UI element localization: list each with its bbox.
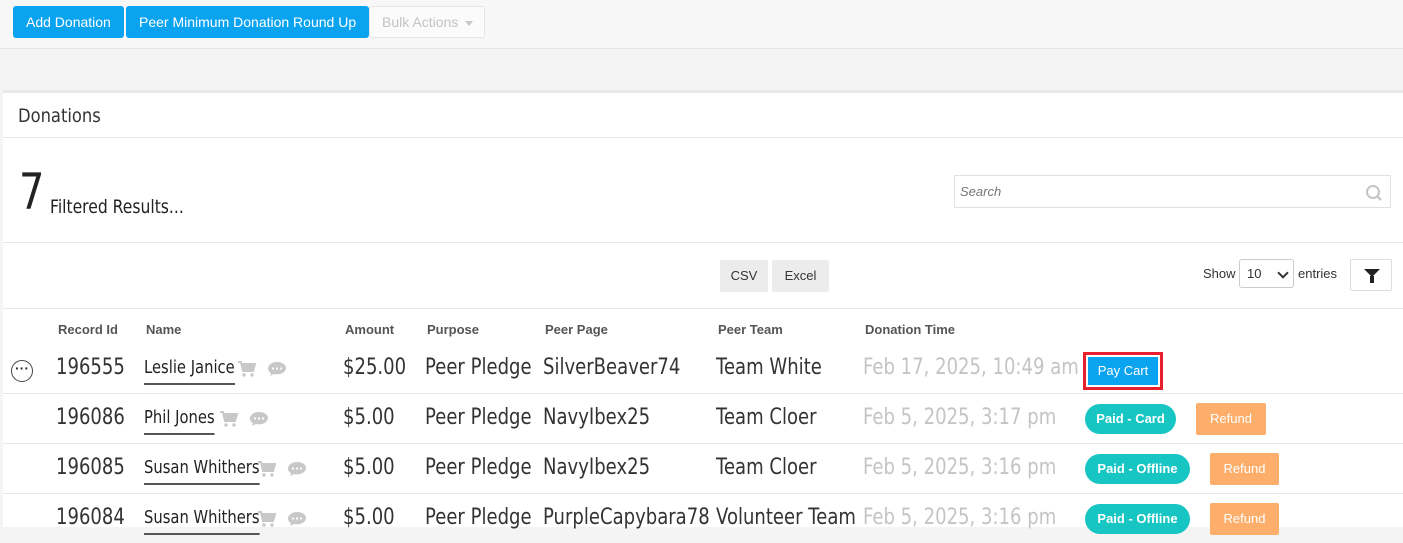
amount: $5.00 <box>343 405 395 430</box>
purpose: Peer Pledge <box>425 505 532 530</box>
table-row: 196086 Phil Jones $5.00 Peer Pledge Navy… <box>3 394 1403 443</box>
cart-icon[interactable] <box>257 511 277 527</box>
donor-name-link[interactable]: Leslie Janice <box>144 353 235 385</box>
refund-button[interactable]: Refund <box>1210 453 1279 485</box>
peer-team: Volunteer Team <box>716 505 856 530</box>
record-id: 196084 <box>56 505 125 530</box>
header-amount[interactable]: Amount <box>345 322 394 337</box>
search-box[interactable] <box>954 175 1391 208</box>
table-row: 196084 Susan Whithers $5.00 Peer Pledge … <box>3 494 1403 543</box>
table-row: 196085 Susan Whithers $5.00 Peer Pledge … <box>3 444 1403 493</box>
header-name[interactable]: Name <box>146 322 181 337</box>
header-peer-team[interactable]: Peer Team <box>718 322 783 337</box>
header-peer-page[interactable]: Peer Page <box>545 322 608 337</box>
donations-panel: Donations 7 Filtered Results... CSV Exce… <box>3 90 1403 535</box>
peer-page: NavyIbex25 <box>543 455 651 480</box>
more-icon[interactable]: ··· <box>11 360 33 382</box>
caret-down-icon <box>465 20 474 26</box>
entries-label: entries <box>1298 266 1338 281</box>
amount: $5.00 <box>343 455 395 480</box>
status-badge: Paid - Card <box>1085 404 1176 434</box>
chat-icon[interactable] <box>249 411 269 427</box>
chat-icon[interactable] <box>287 461 307 477</box>
table-row: ··· 196555 Leslie Janice $25.00 Peer Ple… <box>3 344 1403 393</box>
header-purpose[interactable]: Purpose <box>427 322 479 337</box>
header-donation-time[interactable]: Donation Time <box>865 322 955 337</box>
bulk-actions-dropdown[interactable]: Bulk Actions <box>369 6 485 38</box>
donor-name-link[interactable]: Susan Whithers <box>144 503 260 535</box>
chevron-down-icon <box>1277 267 1289 279</box>
refund-button[interactable]: Refund <box>1196 403 1266 435</box>
donation-time: Feb 5, 2025, 3:16 pm <box>863 505 1057 530</box>
record-id: 196085 <box>56 455 125 480</box>
chat-icon[interactable] <box>287 511 307 527</box>
results-label: Filtered Results... <box>50 196 184 218</box>
panel-title: Donations <box>18 105 101 127</box>
cart-icon[interactable] <box>237 361 257 377</box>
bulk-actions-label: Bulk Actions <box>382 14 459 30</box>
peer-team: Team White <box>716 355 822 380</box>
pay-cart-button[interactable]: Pay Cart <box>1083 352 1163 390</box>
cart-icon[interactable] <box>257 461 277 477</box>
peer-team: Team Cloer <box>716 455 817 480</box>
peer-round-up-button[interactable]: Peer Minimum Donation Round Up <box>126 6 370 38</box>
record-id: 196555 <box>56 355 125 380</box>
purpose: Peer Pledge <box>425 455 532 480</box>
donation-time: Feb 17, 2025, 10:49 am <box>863 355 1079 380</box>
donation-time: Feb 5, 2025, 3:16 pm <box>863 455 1057 480</box>
results-count: 7 <box>19 163 45 221</box>
divider <box>3 308 1403 309</box>
filter-icon <box>1364 269 1380 283</box>
peer-page: SilverBeaver74 <box>543 355 681 380</box>
purpose: Peer Pledge <box>425 405 532 430</box>
show-label: Show <box>1203 266 1236 281</box>
search-icon[interactable] <box>1366 185 1380 199</box>
filter-button[interactable] <box>1350 259 1392 291</box>
add-donation-button[interactable]: Add Donation <box>13 6 124 38</box>
cart-icon[interactable] <box>219 411 239 427</box>
peer-page: NavyIbex25 <box>543 405 651 430</box>
status-badge: Paid - Offline <box>1085 454 1190 484</box>
entries-select[interactable]: 10 <box>1239 259 1294 288</box>
divider <box>3 137 1403 138</box>
header-record-id[interactable]: Record Id <box>58 322 118 337</box>
donation-time: Feb 5, 2025, 3:17 pm <box>863 405 1057 430</box>
donor-name-link[interactable]: Susan Whithers <box>144 453 260 485</box>
search-input[interactable] <box>960 184 1360 199</box>
entries-value: 10 <box>1247 266 1262 281</box>
toolbar: Add Donation Peer Minimum Donation Round… <box>0 0 1403 49</box>
amount: $5.00 <box>343 505 395 530</box>
divider <box>3 242 1403 243</box>
refund-button[interactable]: Refund <box>1210 503 1279 535</box>
excel-button[interactable]: Excel <box>772 260 829 292</box>
peer-page: PurpleCapybara78 <box>543 505 710 530</box>
amount: $25.00 <box>343 355 407 380</box>
pay-cart-label: Pay Cart <box>1088 357 1158 385</box>
status-badge: Paid - Offline <box>1085 504 1190 534</box>
chat-icon[interactable] <box>267 361 287 377</box>
peer-team: Team Cloer <box>716 405 817 430</box>
purpose: Peer Pledge <box>425 355 532 380</box>
record-id: 196086 <box>56 405 125 430</box>
csv-button[interactable]: CSV <box>720 260 768 292</box>
donor-name-link[interactable]: Phil Jones <box>144 403 215 435</box>
